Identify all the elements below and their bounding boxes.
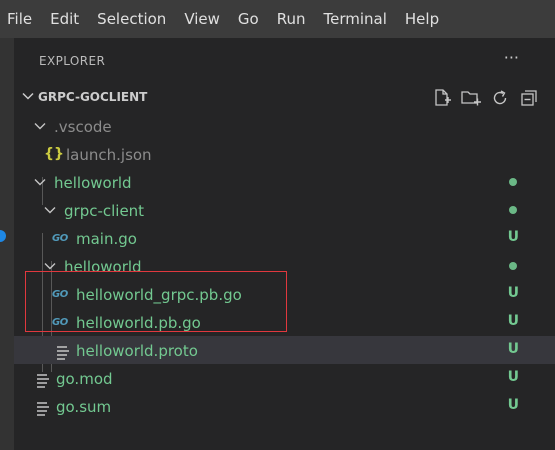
chevron-down-icon (22, 92, 34, 100)
tree-item-label: launch.json (66, 146, 152, 164)
tree-item-label: helloworld_grpc.pb.go (76, 286, 242, 304)
git-untracked-badge: U (507, 341, 519, 357)
tree-file-go-sum[interactable]: go.sum U (14, 392, 555, 420)
git-untracked-badge: U (507, 313, 519, 329)
chevron-down-icon (44, 263, 56, 270)
new-folder-icon[interactable] (460, 87, 482, 109)
menu-terminal[interactable]: Terminal (315, 0, 396, 38)
workspace-section-header[interactable]: GRPC-GOCLIENT (14, 84, 555, 112)
tree-item-label: main.go (76, 230, 137, 248)
refresh-icon[interactable] (489, 87, 511, 109)
explorer-panel: EXPLORER ··· GRPC-GOCLIENT .vscode {} la… (14, 38, 555, 450)
menu-help[interactable]: Help (396, 0, 448, 38)
tree-item-label: helloworld (64, 258, 142, 276)
menu-view[interactable]: View (175, 0, 229, 38)
lines-file-icon (37, 374, 49, 388)
more-actions-icon[interactable]: ··· (504, 48, 519, 67)
tree-folder-helloworld-sub[interactable]: helloworld (14, 252, 555, 280)
go-file-icon: GO (52, 316, 68, 328)
tree-item-label: go.sum (56, 398, 112, 416)
git-untracked-badge: U (507, 369, 519, 385)
chevron-down-icon (34, 179, 46, 186)
explorer-title: EXPLORER (39, 54, 106, 68)
tree-folder-helloworld[interactable]: helloworld (14, 168, 555, 196)
lines-file-icon (57, 346, 69, 360)
git-modified-dot (509, 178, 517, 186)
menu-bar: File Edit Selection View Go Run Terminal… (0, 0, 555, 38)
git-untracked-badge: U (507, 397, 519, 413)
tree-item-label: helloworld.pb.go (76, 314, 201, 332)
tree-item-label: helloworld.proto (76, 342, 198, 360)
explorer-actions (431, 87, 540, 109)
activity-bar (0, 38, 14, 450)
tree-file-helloworld-grpc-pb-go[interactable]: GO helloworld_grpc.pb.go U (14, 280, 555, 308)
explorer-header: EXPLORER ··· (14, 38, 555, 84)
menu-edit[interactable]: Edit (41, 0, 88, 38)
json-file-icon: {} (44, 146, 64, 162)
activity-badge (0, 230, 6, 242)
git-untracked-badge: U (507, 229, 519, 245)
git-untracked-badge: U (507, 285, 519, 301)
chevron-down-icon (34, 123, 46, 130)
menu-file[interactable]: File (0, 0, 41, 38)
git-modified-dot (509, 262, 517, 270)
go-file-icon: GO (52, 232, 68, 244)
tree-folder-grpc-client[interactable]: grpc-client (14, 196, 555, 224)
tree-file-main-go[interactable]: GO main.go U (14, 224, 555, 252)
lines-file-icon (37, 402, 49, 416)
collapse-all-icon[interactable] (518, 87, 540, 109)
tree-file-helloworld-pb-go[interactable]: GO helloworld.pb.go U (14, 308, 555, 336)
go-file-icon: GO (52, 288, 68, 300)
tree-item-label: .vscode (54, 118, 112, 136)
tree-item-label: go.mod (56, 370, 113, 388)
tree-file-launch-json[interactable]: {} launch.json (14, 140, 555, 168)
menu-go[interactable]: Go (229, 0, 268, 38)
tree-file-go-mod[interactable]: go.mod U (14, 364, 555, 392)
new-file-icon[interactable] (431, 87, 453, 109)
menu-run[interactable]: Run (268, 0, 315, 38)
tree-item-label: helloworld (54, 174, 132, 192)
tree-folder-vscode[interactable]: .vscode (14, 112, 555, 140)
tree-file-helloworld-proto[interactable]: helloworld.proto U (14, 336, 555, 364)
tree-item-label: grpc-client (64, 202, 145, 220)
git-modified-dot (509, 206, 517, 214)
workspace-title: GRPC-GOCLIENT (38, 90, 148, 104)
menu-selection[interactable]: Selection (88, 0, 175, 38)
chevron-down-icon (44, 207, 56, 214)
